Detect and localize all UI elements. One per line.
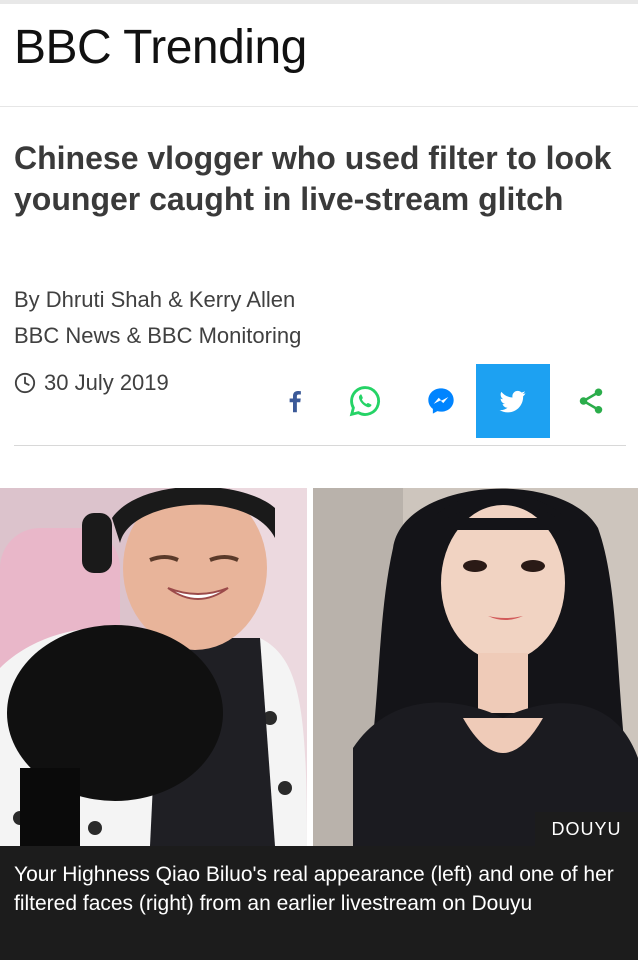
photo-filtered-face-illustration — [313, 488, 638, 846]
clock-icon — [14, 372, 36, 394]
twitter-icon — [499, 390, 526, 413]
article-date: 30 July 2019 — [14, 370, 169, 396]
article-byline: By Dhruti Shah & Kerry Allen — [14, 287, 296, 312]
section-header: BBC Trending — [0, 4, 638, 107]
share-more-button[interactable] — [554, 364, 628, 438]
share-bar — [258, 364, 628, 438]
section-title[interactable]: BBC Trending — [14, 16, 307, 80]
photo-real-appearance-illustration — [0, 488, 307, 846]
share-facebook-button[interactable] — [258, 364, 332, 438]
date-text: 30 July 2019 — [44, 370, 169, 395]
article-headline: Chinese vlogger who used filter to look … — [14, 140, 612, 217]
photo-real-appearance — [0, 488, 307, 846]
messenger-icon — [428, 388, 454, 414]
share-messenger-button[interactable] — [404, 364, 478, 438]
facebook-icon — [289, 391, 301, 413]
photo-credit: DOUYU — [535, 812, 638, 846]
photo-filtered-face — [313, 488, 638, 846]
article-organisation: BBC News & BBC Monitoring — [14, 323, 302, 348]
share-icon — [579, 388, 603, 414]
share-whatsapp-button[interactable] — [328, 364, 402, 438]
whatsapp-icon — [349, 386, 380, 417]
share-twitter-button[interactable] — [476, 364, 550, 438]
divider — [14, 445, 626, 446]
image-caption: Your Highness Qiao Biluo's real appearan… — [0, 846, 638, 960]
